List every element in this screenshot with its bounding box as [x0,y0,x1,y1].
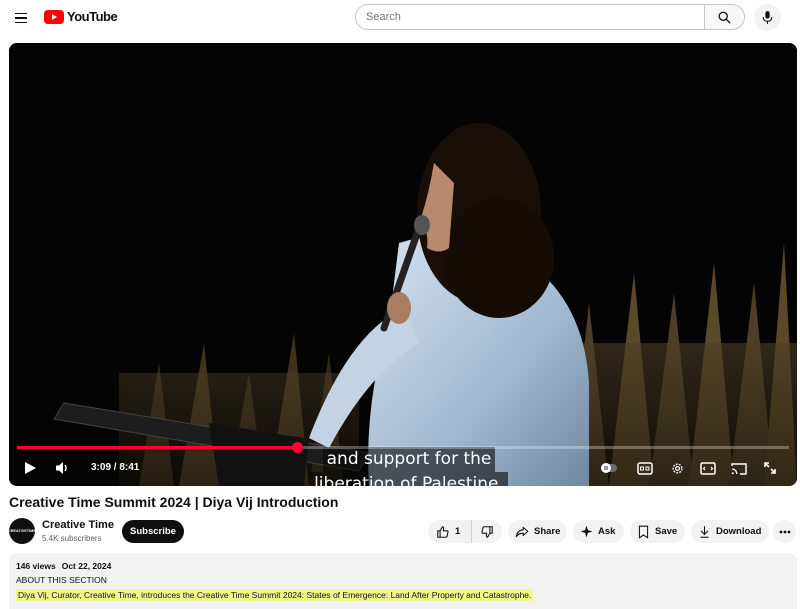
cast-icon [731,462,747,475]
video-meta: 146 views Oct 22, 2024 [16,561,790,571]
dislike-button[interactable] [472,520,502,543]
progress-bar[interactable] [17,442,789,453]
channel-avatar[interactable]: CREATIVETIME [8,518,36,544]
section-label: ABOUT THIS SECTION [16,575,107,585]
captions-button[interactable] [635,458,655,478]
subscribe-button[interactable]: Subscribe [122,520,184,543]
search-input[interactable] [366,11,686,23]
play-button[interactable] [20,458,40,478]
youtube-play-logo-icon [44,9,64,24]
closed-captions-icon [637,461,653,475]
description-text: Diya Vij, Curator, Creative Time, introd… [16,589,534,601]
fullscreen-icon [764,462,776,474]
video-player[interactable]: and support for the liberation of Palest… [9,43,797,486]
gear-icon [671,462,683,474]
cast-button[interactable] [729,458,749,478]
fullscreen-button[interactable] [760,458,780,478]
like-count: 1 [455,526,461,537]
masthead: YouTube [0,0,800,36]
search-icon [718,11,731,24]
save-button[interactable]: Save [630,520,685,543]
channel-name[interactable]: Creative Time [42,519,114,531]
like-dislike-group: 1 [428,520,502,543]
view-count: 146 views [16,561,56,571]
share-button[interactable]: Share [508,520,567,543]
progress-played [17,446,298,449]
youtube-logo[interactable]: YouTube [44,9,118,24]
search-box [355,4,704,30]
mute-button[interactable] [52,458,72,478]
upload-date: Oct 22, 2024 [61,561,112,571]
search-button[interactable] [704,4,745,30]
download-icon [700,525,709,538]
settings-button[interactable] [667,458,687,478]
autoplay-icon [601,463,617,473]
like-button[interactable]: 1 [428,520,472,543]
menu-icon[interactable] [10,7,32,29]
ask-button[interactable]: Ask [573,520,624,543]
thumbs-up-icon [437,525,449,538]
volume-icon [55,462,67,474]
download-button[interactable]: Download [691,520,769,543]
subscriber-count: 5.4K subscribers [42,534,102,543]
share-icon [515,526,529,537]
thumbs-down-icon [481,525,493,538]
more-horizontal-icon [779,530,790,533]
video-frame [9,43,797,486]
description-box[interactable]: 146 views Oct 22, 2024 ABOUT THIS SECTION… [9,553,797,609]
autoplay-toggle[interactable] [599,458,619,478]
play-icon [25,462,36,474]
theater-mode-icon [700,461,716,475]
microphone-icon [762,11,773,24]
theater-mode-button[interactable] [698,458,718,478]
sparkle-icon [580,525,593,538]
bookmark-icon [638,525,649,538]
more-actions-button[interactable] [773,520,796,543]
player-controls: 3:09 / 8:41 [9,453,797,483]
video-title: Creative Time Summit 2024 | Diya Vij Int… [9,494,339,510]
time-display: 3:09 / 8:41 [91,462,140,473]
voice-search-button[interactable] [754,4,781,31]
